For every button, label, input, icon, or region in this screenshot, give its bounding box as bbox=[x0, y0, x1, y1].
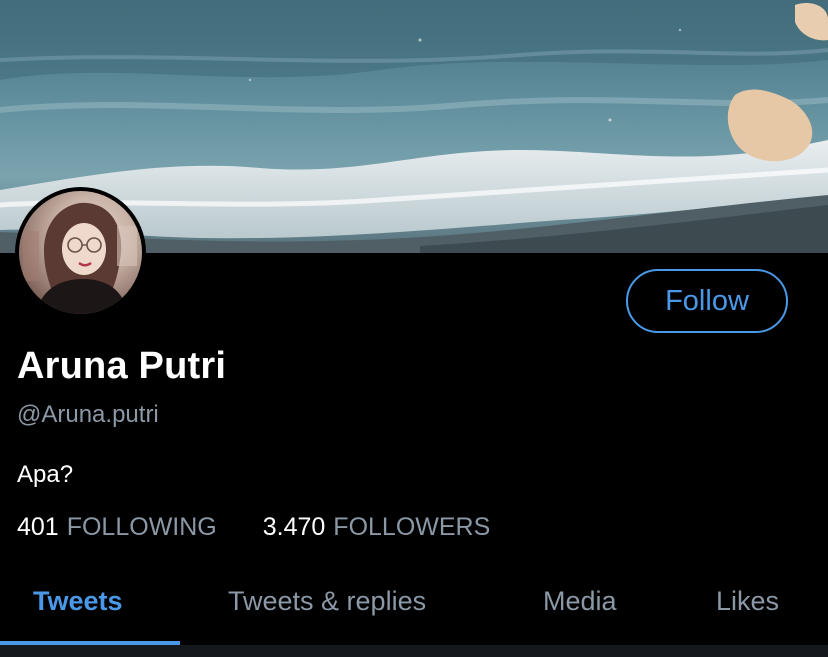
user-handle: @Aruna.putri bbox=[17, 401, 159, 428]
tab-tweets[interactable]: Tweets bbox=[33, 586, 123, 617]
profile-page: Follow Aruna Putri @Aruna.putri Apa? 401… bbox=[0, 0, 828, 657]
tab-divider bbox=[0, 645, 828, 657]
followers-count: 3.470 bbox=[262, 513, 326, 541]
user-bio: Apa? bbox=[17, 461, 74, 488]
profile-stats: 401 FOLLOWING 3.470 FOLLOWERS bbox=[17, 513, 490, 542]
followers-link[interactable]: 3.470 FOLLOWERS bbox=[263, 513, 491, 542]
avatar-photo bbox=[19, 191, 142, 314]
tab-tweets-and-replies[interactable]: Tweets & replies bbox=[228, 586, 426, 617]
follow-button[interactable]: Follow bbox=[626, 269, 788, 333]
follow-button-label: Follow bbox=[665, 284, 749, 317]
profile-tabs: Tweets Tweets & replies Media Likes bbox=[0, 568, 828, 648]
tab-media[interactable]: Media bbox=[543, 586, 617, 617]
following-link[interactable]: 401 FOLLOWING bbox=[17, 513, 217, 542]
tab-likes[interactable]: Likes bbox=[716, 586, 779, 617]
display-name: Aruna Putri bbox=[17, 345, 227, 387]
following-label: FOLLOWING bbox=[66, 513, 217, 541]
avatar[interactable] bbox=[15, 187, 146, 318]
followers-label: FOLLOWERS bbox=[333, 513, 491, 541]
following-count: 401 bbox=[17, 513, 59, 541]
